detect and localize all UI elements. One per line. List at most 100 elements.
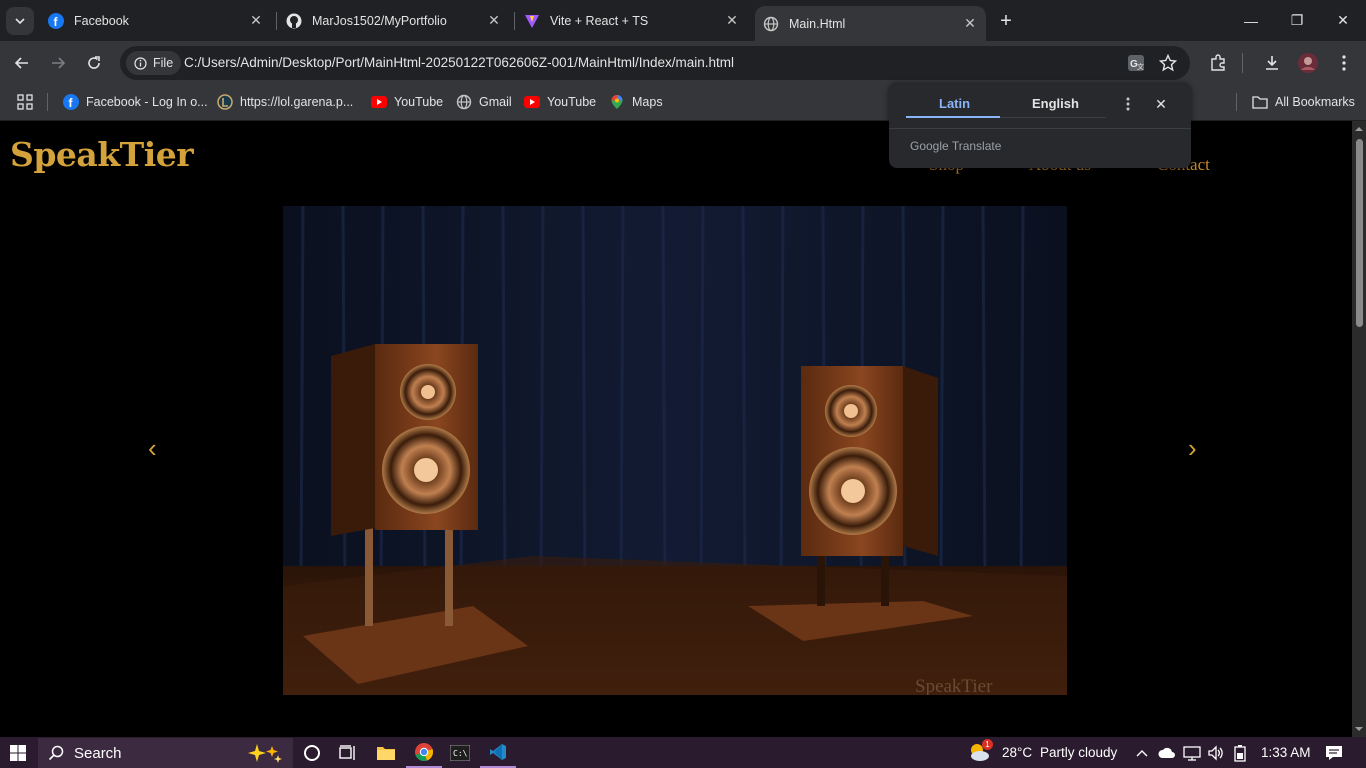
facebook-icon: f bbox=[63, 94, 79, 110]
tab-vite[interactable]: Vite + React + TS ✕ bbox=[516, 0, 748, 41]
vscode-taskbar-button[interactable] bbox=[480, 737, 516, 768]
site-logo[interactable]: SpeakTier bbox=[10, 135, 194, 174]
bookmark-label: YouTube bbox=[394, 95, 444, 109]
bookmarks-divider bbox=[1236, 93, 1237, 111]
clock-text[interactable]: 1:33 AM bbox=[1261, 737, 1311, 768]
youtube-icon bbox=[371, 94, 387, 110]
close-icon[interactable]: ✕ bbox=[962, 15, 978, 32]
battery-button[interactable] bbox=[1229, 737, 1251, 768]
battery-icon bbox=[1234, 744, 1246, 762]
tab-source-language[interactable]: Latin bbox=[939, 96, 970, 111]
downloads-button[interactable] bbox=[1257, 48, 1287, 78]
arrow-left-icon bbox=[14, 57, 28, 69]
bookmark-youtube-2[interactable]: YouTube bbox=[524, 91, 596, 113]
globe-icon bbox=[763, 16, 779, 32]
translate-icon: G文 bbox=[1128, 55, 1144, 71]
bookmarks-divider bbox=[47, 93, 48, 111]
taskbar-search[interactable]: Search bbox=[38, 738, 293, 768]
tab-target-language[interactable]: English bbox=[1032, 96, 1079, 111]
translate-options-button[interactable] bbox=[1122, 96, 1134, 112]
cloud-icon bbox=[1158, 747, 1175, 758]
kebab-menu-icon bbox=[1126, 97, 1130, 111]
scroll-down-icon[interactable] bbox=[1352, 724, 1366, 734]
terminal-taskbar-button[interactable]: C:\ bbox=[442, 737, 478, 768]
arrow-right-icon bbox=[52, 57, 66, 69]
vite-icon bbox=[524, 13, 540, 29]
network-button[interactable] bbox=[1181, 737, 1203, 768]
extensions-button[interactable] bbox=[1203, 48, 1233, 78]
chrome-taskbar-button[interactable] bbox=[406, 737, 442, 768]
lol-icon bbox=[217, 94, 233, 110]
task-view-icon bbox=[339, 744, 355, 760]
bookmark-star-button[interactable] bbox=[1156, 51, 1180, 75]
weather-widget[interactable]: 1 bbox=[968, 739, 994, 763]
onedrive-button[interactable] bbox=[1156, 737, 1178, 768]
new-tab-button[interactable]: + bbox=[994, 9, 1018, 33]
popup-divider bbox=[889, 128, 1191, 129]
bookmark-gmail[interactable]: Gmail bbox=[456, 91, 512, 113]
bookmark-maps[interactable]: Maps bbox=[609, 91, 663, 113]
back-button[interactable] bbox=[7, 48, 37, 78]
tab-main-html[interactable]: Main.Html ✕ bbox=[755, 6, 986, 41]
tab-title: MarJos1502/MyPortfolio bbox=[312, 13, 447, 28]
page-scrollbar[interactable] bbox=[1352, 121, 1366, 737]
reload-icon bbox=[88, 56, 100, 69]
close-icon[interactable]: ✕ bbox=[248, 12, 264, 29]
chrome-icon bbox=[415, 742, 434, 761]
volume-button[interactable] bbox=[1205, 737, 1227, 768]
folder-icon bbox=[377, 746, 395, 760]
apps-grid-icon bbox=[17, 94, 33, 110]
tab-separator bbox=[276, 12, 277, 30]
google-brand: Google bbox=[910, 139, 949, 153]
profile-avatar[interactable] bbox=[1293, 48, 1323, 78]
tab-search-button[interactable] bbox=[6, 7, 34, 35]
translate-button[interactable]: G文 bbox=[1124, 51, 1148, 75]
sparkle-icon bbox=[248, 744, 282, 763]
close-icon[interactable]: ✕ bbox=[486, 12, 502, 29]
carousel-prev-button[interactable]: ‹ bbox=[148, 433, 157, 464]
menu-button[interactable] bbox=[1329, 48, 1359, 78]
facebook-icon: f bbox=[48, 12, 64, 29]
cortana-button[interactable] bbox=[294, 737, 330, 768]
close-window-button[interactable]: ✕ bbox=[1320, 0, 1366, 41]
tab-github[interactable]: MarJos1502/MyPortfolio ✕ bbox=[278, 0, 510, 41]
svg-text:C:\: C:\ bbox=[453, 749, 468, 758]
url-text[interactable]: C:/Users/Admin/Desktop/Port/MainHtml-202… bbox=[184, 46, 734, 80]
file-explorer-button[interactable] bbox=[368, 737, 404, 768]
svg-text:文: 文 bbox=[1137, 62, 1144, 71]
translate-close-button[interactable]: ✕ bbox=[1153, 96, 1169, 112]
translate-popup: Latin English ✕ Google Translate bbox=[889, 82, 1191, 168]
hero-image: SpeakTier bbox=[283, 206, 1067, 695]
windows-icon bbox=[10, 744, 26, 761]
scroll-thumb[interactable] bbox=[1356, 139, 1363, 327]
web-page: SpeakTier Shop About us Contact ‹ › bbox=[0, 121, 1352, 737]
close-icon[interactable]: ✕ bbox=[724, 12, 740, 29]
minimize-button[interactable]: — bbox=[1228, 0, 1274, 41]
task-view-button[interactable] bbox=[330, 737, 366, 768]
youtube-icon bbox=[524, 94, 540, 110]
bookmark-lol-garena[interactable]: https://lol.garena.p... bbox=[217, 91, 353, 113]
tray-overflow-button[interactable] bbox=[1132, 737, 1152, 768]
bookmark-youtube-1[interactable]: YouTube bbox=[371, 91, 443, 113]
puzzle-icon bbox=[1211, 54, 1225, 71]
start-button[interactable] bbox=[0, 737, 36, 768]
scroll-up-icon[interactable] bbox=[1352, 124, 1366, 134]
address-bar[interactable]: File C:/Users/Admin/Desktop/Port/MainHtm… bbox=[120, 46, 1190, 80]
tab-strip: f Facebook ✕ MarJos1502/MyPortfolio ✕ Vi… bbox=[0, 0, 1366, 41]
restore-button[interactable]: ❐ bbox=[1274, 0, 1320, 41]
chevron-down-icon bbox=[15, 18, 25, 25]
speaker-icon bbox=[1208, 744, 1223, 761]
bookmark-facebook[interactable]: f Facebook - Log In o... bbox=[63, 91, 208, 113]
search-icon bbox=[48, 745, 64, 761]
site-info-chip[interactable]: File bbox=[126, 51, 182, 75]
notifications-button[interactable] bbox=[1316, 737, 1352, 768]
temperature-text: 28°C bbox=[1002, 745, 1033, 760]
carousel-next-button[interactable]: › bbox=[1188, 433, 1197, 464]
globe-icon bbox=[456, 94, 472, 110]
reload-button[interactable] bbox=[79, 48, 109, 78]
tab-facebook[interactable]: f Facebook ✕ bbox=[40, 0, 272, 41]
maps-icon bbox=[609, 94, 625, 110]
forward-button[interactable] bbox=[43, 48, 73, 78]
apps-button[interactable] bbox=[17, 91, 33, 113]
all-bookmarks-button[interactable]: All Bookmarks bbox=[1252, 91, 1355, 113]
